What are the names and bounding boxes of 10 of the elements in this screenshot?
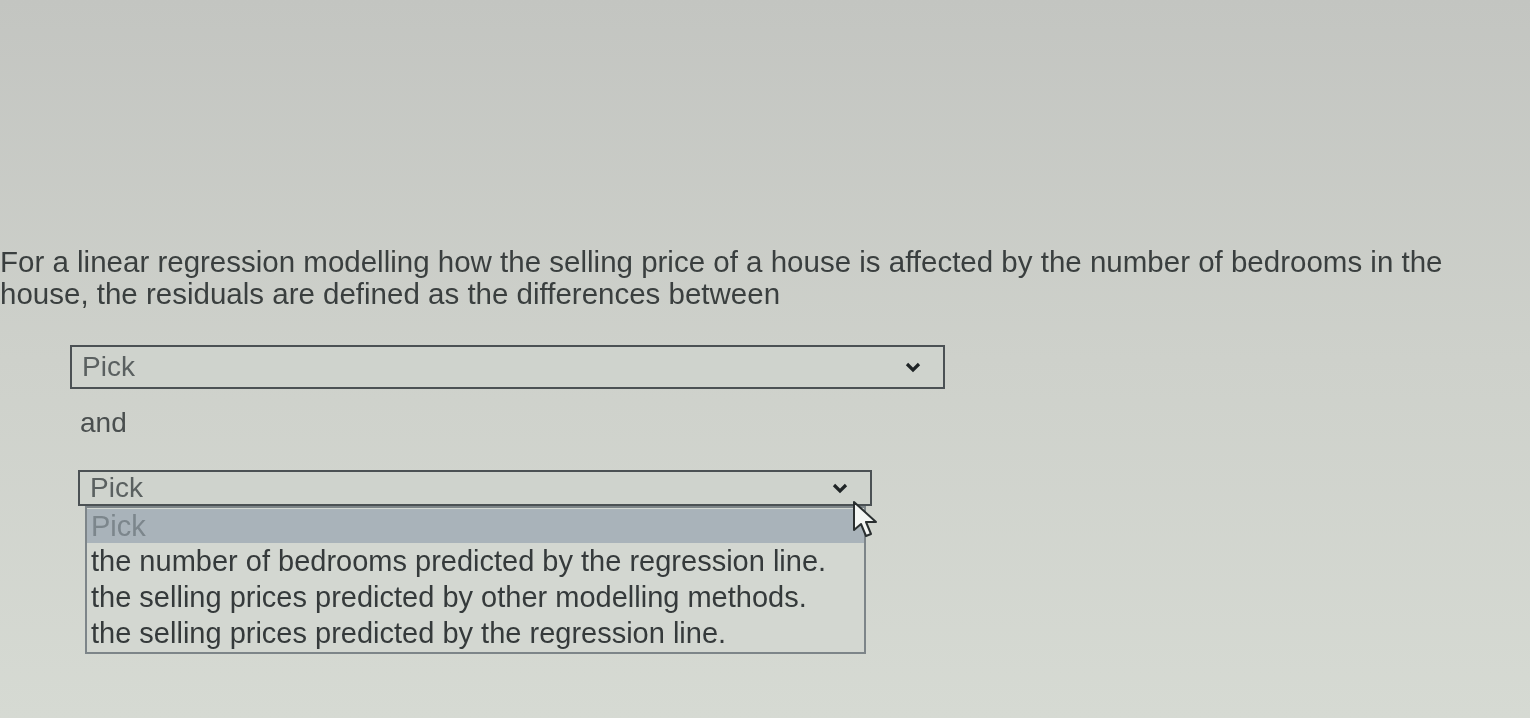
dropdown-select[interactable]: Pick (78, 470, 872, 506)
chevron-down-icon (905, 361, 921, 373)
dropdown-select[interactable]: Pick (70, 345, 945, 389)
dropdown-option[interactable]: the number of bedrooms predicted by the regression line. (87, 543, 864, 579)
connector-text: and (80, 408, 127, 438)
question-text: For a linear regression modelling how the selling price of a house is affected by the number of bedrooms in the house, the residuals are defined as the differences between (0, 246, 1444, 310)
chevron-down-icon (832, 482, 848, 494)
dropdown-option[interactable]: the selling prices predicted by other modelling methods. (87, 579, 864, 615)
mouse-pointer-icon (852, 500, 880, 540)
dropdown-option[interactable]: the selling prices predicted by the regression line. (87, 615, 864, 651)
